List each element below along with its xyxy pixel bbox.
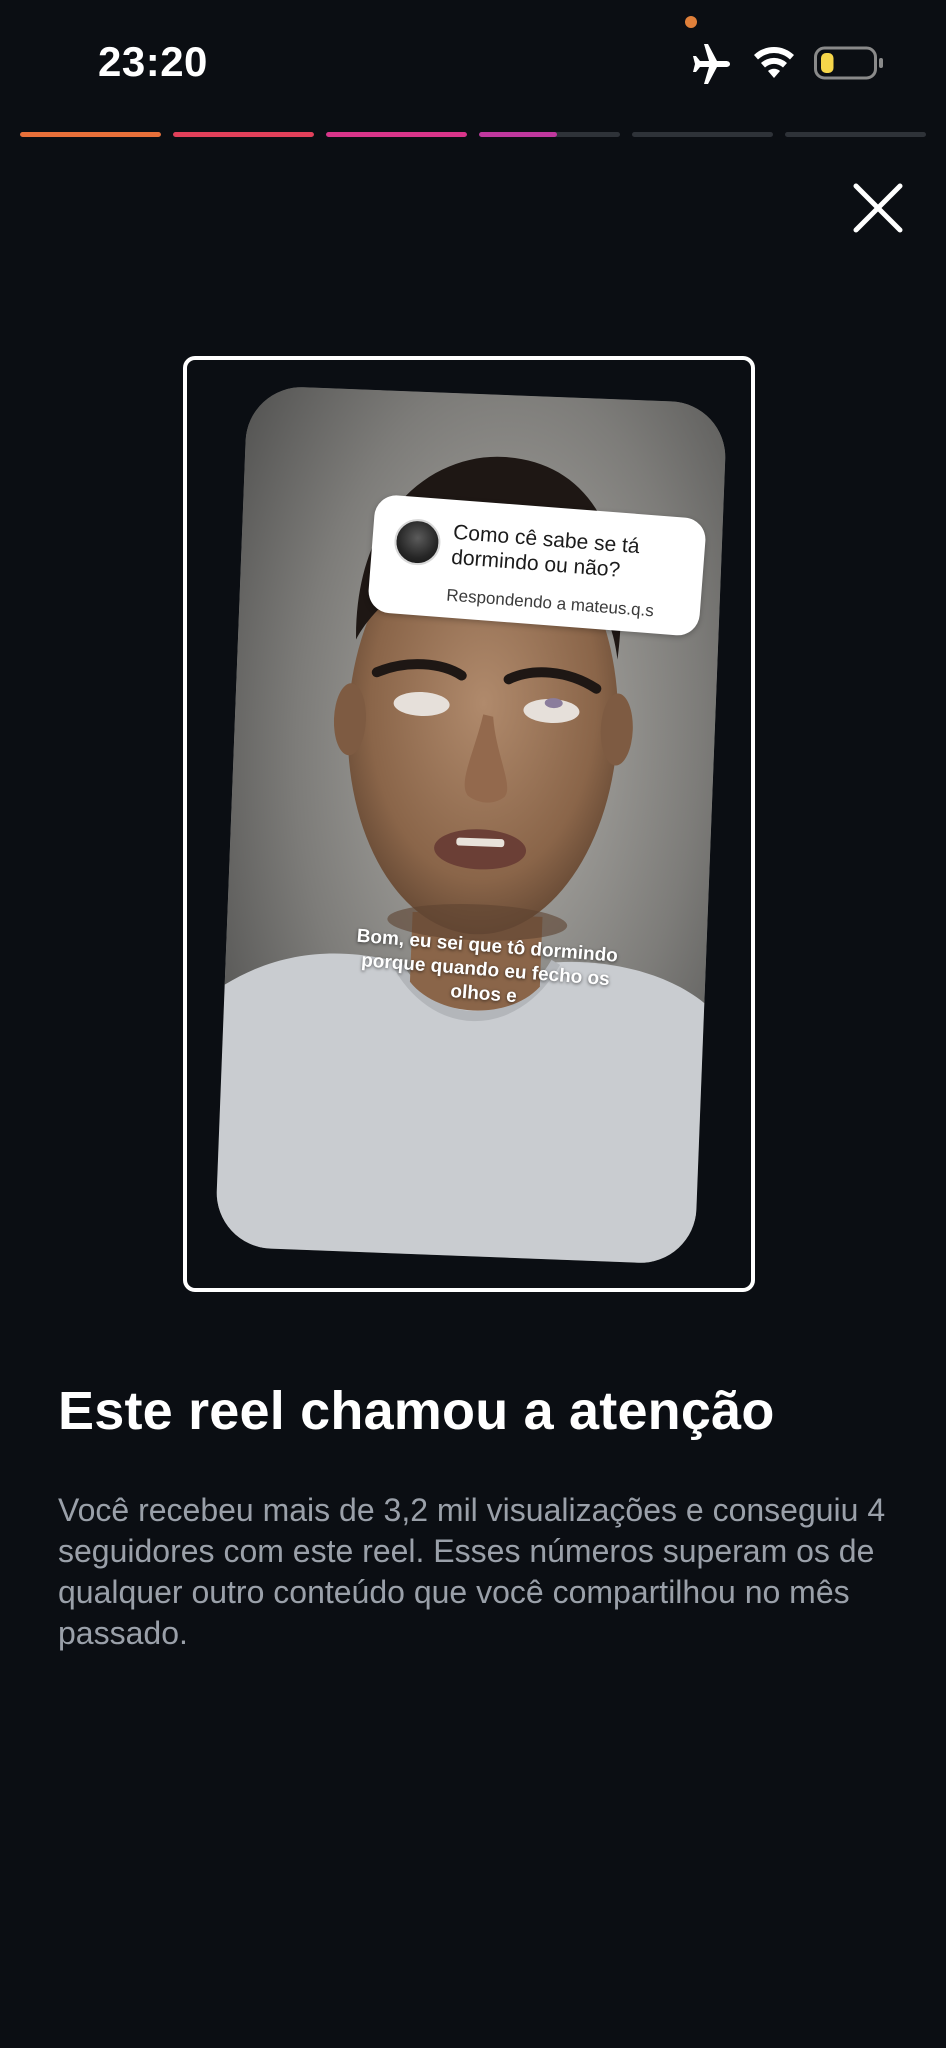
close-icon xyxy=(853,183,903,233)
wifi-icon xyxy=(754,47,794,78)
progress-segment xyxy=(479,132,620,137)
progress-segment-fill xyxy=(173,132,314,137)
question-sticker: Como cê sabe se tá dormindo ou não? Resp… xyxy=(366,493,708,637)
reel-thumbnail: Como cê sabe se tá dormindo ou não? Resp… xyxy=(214,385,728,1265)
close-button[interactable] xyxy=(848,178,908,238)
status-time: 23:20 xyxy=(98,38,208,85)
progress-segment-fill xyxy=(479,132,557,137)
sticker-avatar xyxy=(392,517,443,567)
progress-segment-fill xyxy=(20,132,161,137)
progress-segment xyxy=(173,132,314,137)
sticker-question-text: Como cê sabe se tá dormindo ou não? xyxy=(450,520,641,582)
progress-segment xyxy=(20,132,161,137)
progress-segment xyxy=(785,132,926,137)
airplane-icon xyxy=(693,44,730,84)
progress-segment-fill xyxy=(326,132,467,137)
progress-segment xyxy=(632,132,773,137)
reel-preview[interactable]: Como cê sabe se tá dormindo ou não? Resp… xyxy=(183,356,755,1292)
privacy-indicator-dot xyxy=(685,16,697,28)
progress-segment xyxy=(326,132,467,137)
insight-headline: Este reel chamou a atenção xyxy=(58,1381,775,1441)
battery-icon xyxy=(814,46,883,80)
status-bar: 23:20 xyxy=(0,0,946,125)
sticker-reply-text: Respondendo a mateus.q.s xyxy=(445,585,655,621)
insight-description: Você recebeu mais de 3,2 mil visualizaçõ… xyxy=(58,1492,886,1651)
story-progress-bars xyxy=(20,132,926,138)
